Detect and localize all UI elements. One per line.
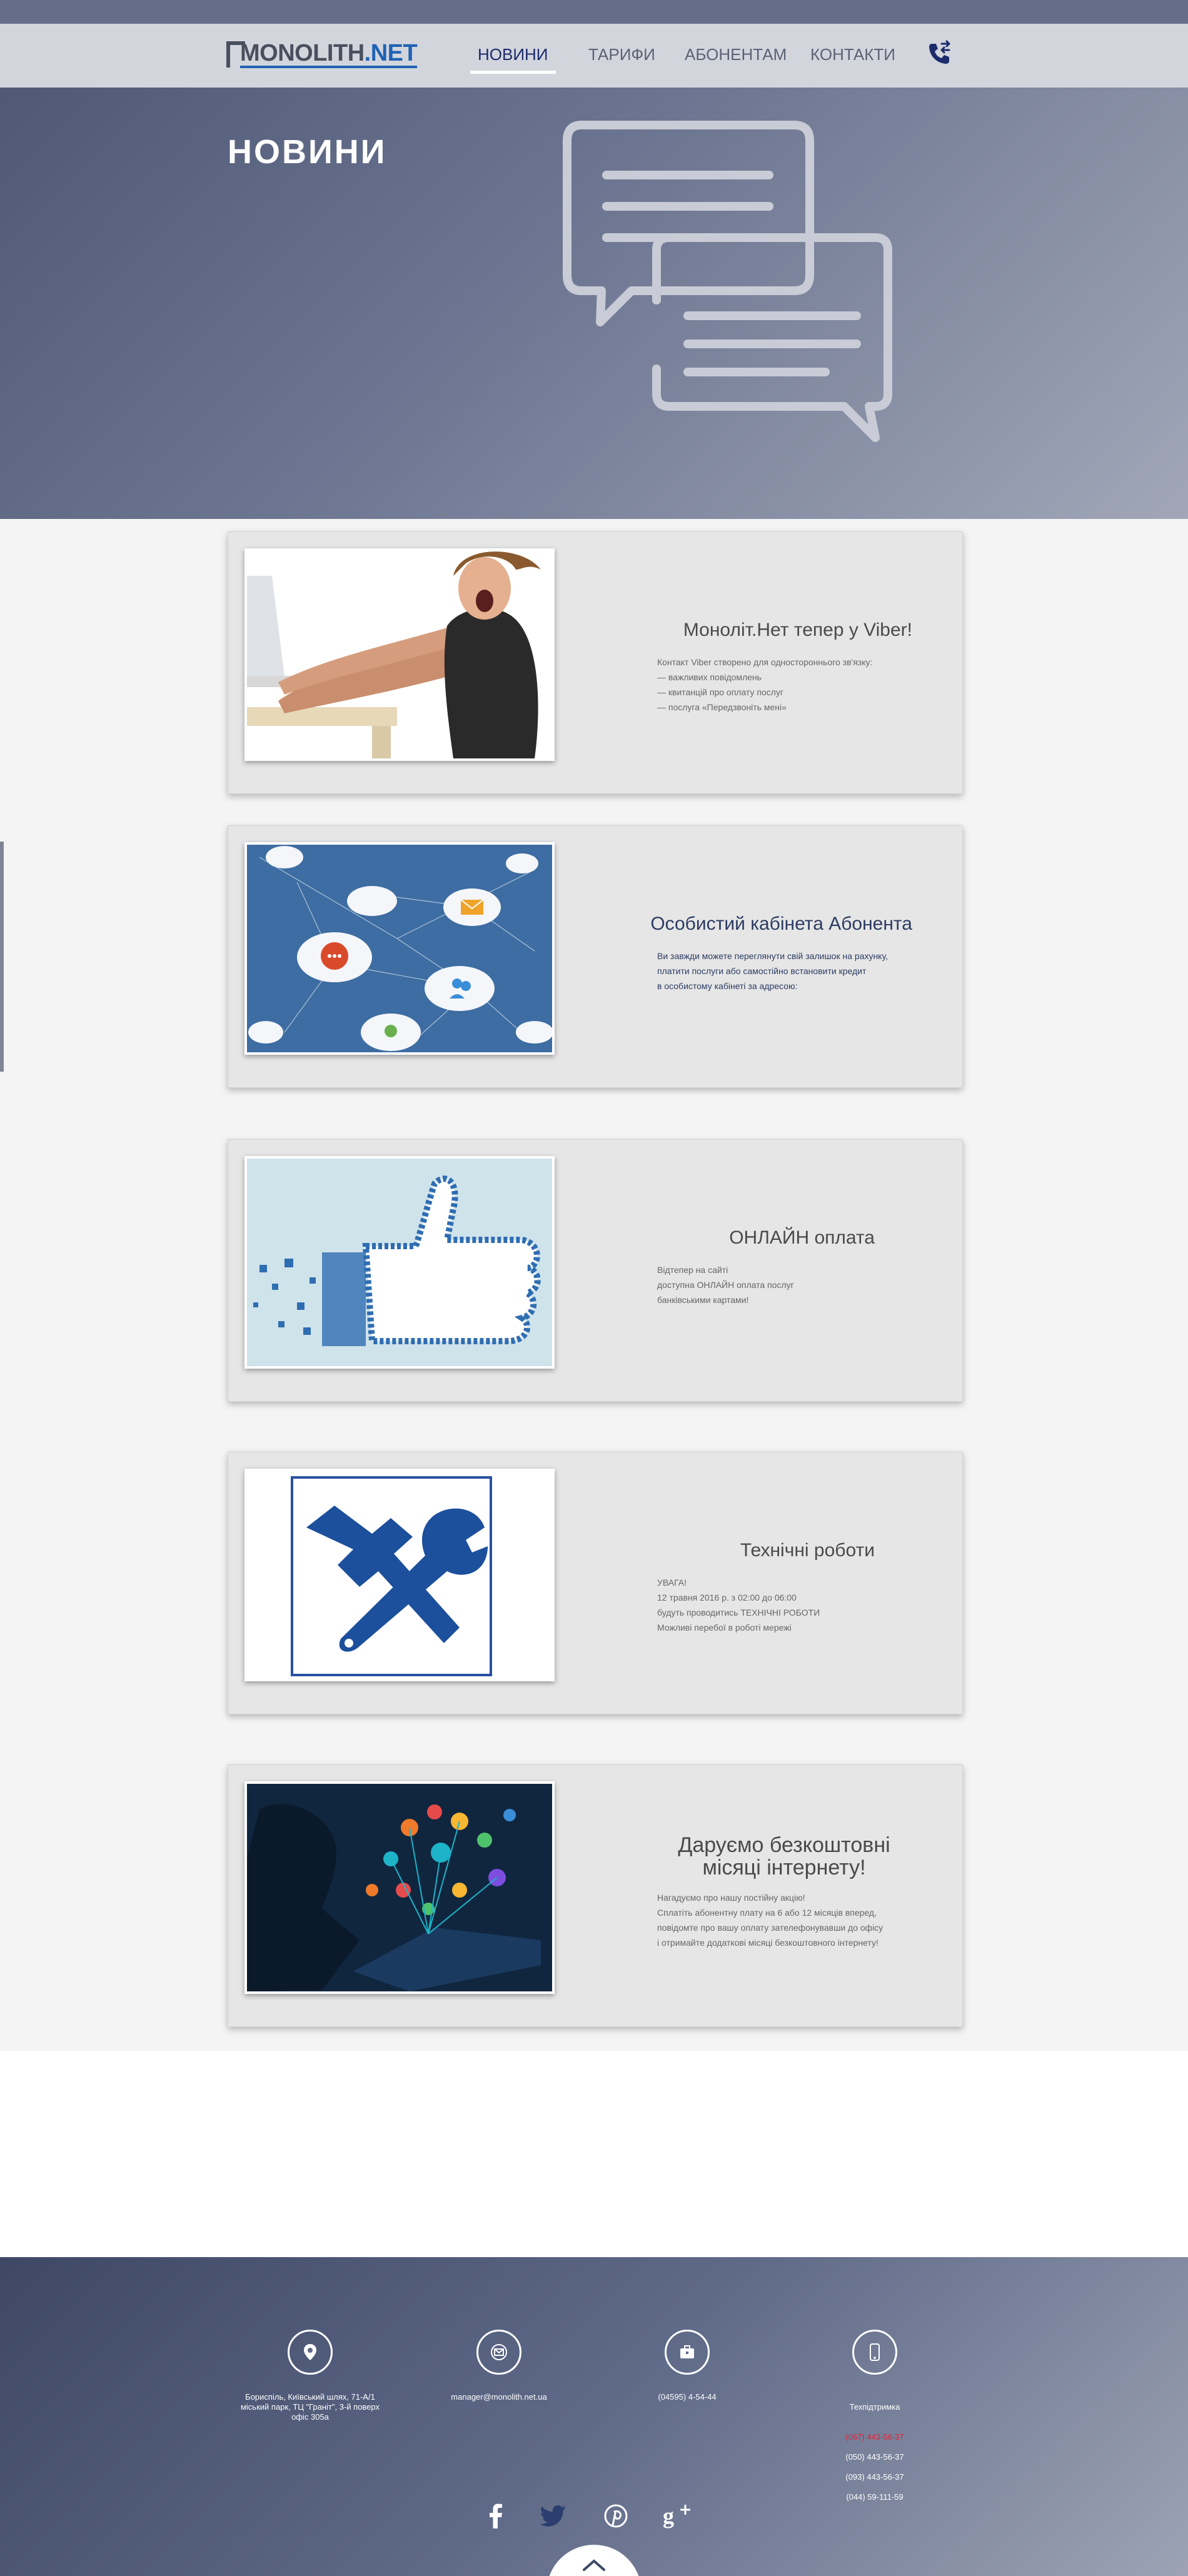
support-phone: (044) 59-111-59 [846,2492,904,2502]
page-title: НОВИНИ [228,133,387,171]
news-title[interactable]: Даруємо безкоштовні місяці інтернету! [650,1834,919,1879]
chevron-up-icon [583,2559,605,2571]
news-card[interactable]: Моноліт.Нет тепер у Viber! Контакт Viber… [228,531,963,794]
news-image-digital-user [244,1781,555,1994]
footer-support: Техпідтримка (067) 443-56-37 (050) 443-5… [793,2392,956,2502]
news-body: Нагадуємо про нашу постійну акцію! Сплат… [657,1893,883,1948]
footer-office-phone: (04595) 4-54-44 [658,2392,717,2402]
hero-banner: MONOLITH.NET НОВИНИ ТАРИФИ АБОНЕНТАМ КОН… [0,0,1188,519]
logo-text-net: .NET [364,40,418,66]
news-title[interactable]: Моноліт.Нет тепер у Viber! [587,620,912,641]
phone-call-icon[interactable] [925,40,953,68]
news-card[interactable]: ОНЛАЙН оплата Відтепер на сайті доступна… [228,1139,963,1402]
news-image-thumbs-up [244,1156,555,1369]
news-body: Контакт Viber створено для односторонньо… [657,657,873,712]
news-body: Відтепер на сайті доступна ОНЛАЙН оплата… [657,1265,794,1305]
news-card[interactable]: Особистий кабінета Абонента Ви завжди мо… [228,825,963,1088]
news-body: Ви завжди можете переглянути свій залишо… [657,951,888,991]
logo-mark-icon [226,41,248,68]
news-title[interactable]: Особистий кабінета Абонента [587,913,912,935]
support-phone: (050) 443-56-37 [845,2452,904,2462]
svg-text:g: g [663,2503,674,2528]
footer [0,2257,1188,2576]
mobile-phone-icon [852,2330,897,2375]
side-tab[interactable] [0,842,4,1072]
nav-subscribers[interactable]: АБОНЕНТАМ [685,40,787,69]
footer-address: Бориспіль, Київський шлях, 71-А/1 міськи… [240,2392,380,2422]
google-plus-icon[interactable]: g [662,2501,693,2531]
news-card[interactable]: Технічні роботи УВАГА! 12 травня 2016 р.… [228,1452,963,1714]
briefcase-icon [665,2330,710,2375]
top-strip [0,0,1188,24]
support-phone-red: (067) 443-56-37 [845,2432,904,2442]
news-image-hammer-wrench [244,1469,555,1681]
site-logo[interactable]: MONOLITH.NET [226,40,418,69]
twitter-icon[interactable] [538,2501,569,2531]
news-card[interactable]: Даруємо безкоштовні місяці інтернету! На… [228,1764,963,2027]
news-body: УВАГА! 12 травня 2016 р. з 02:00 до 06:0… [657,1577,820,1633]
news-title[interactable]: Технічні роботи [550,1540,875,1561]
chat-bubbles-icon [563,121,892,442]
support-phone: (093) 443-56-37 [845,2472,904,2482]
facebook-icon[interactable] [480,2501,511,2531]
support-label: Техпідтримка [849,2402,900,2412]
envelope-icon [476,2330,521,2375]
nav-news[interactable]: НОВИНИ [470,40,555,74]
news-image-excited-user [244,548,555,761]
nav-tariffs[interactable]: ТАРИФИ [588,40,655,69]
content-spacer [0,2051,1188,2257]
footer-email[interactable]: manager@monolith.net.ua [418,2392,580,2402]
pinterest-icon[interactable] [600,2501,632,2531]
nav-contacts[interactable]: КОНТАКТИ [810,40,895,69]
location-pin-icon [288,2330,333,2375]
logo-text-main: MONOLITH [240,40,365,66]
news-image-cloud-network [244,842,555,1055]
news-title[interactable]: ОНЛАЙН оплата [550,1227,875,1249]
